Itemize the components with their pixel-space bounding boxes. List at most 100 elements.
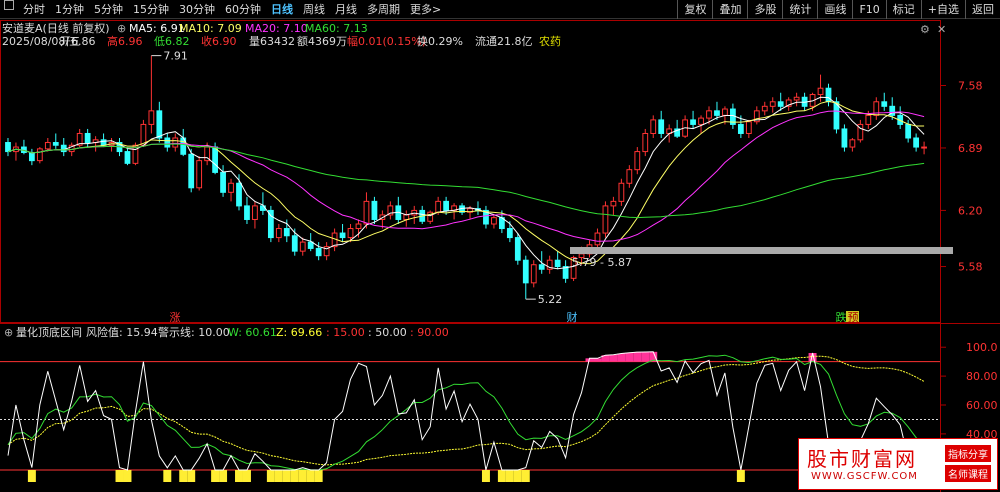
candle-88[interactable] xyxy=(706,110,712,119)
tab-timeframe-7[interactable]: 周线 xyxy=(298,0,330,19)
tab-timeframe-8[interactable]: 月线 xyxy=(330,0,362,19)
candle-39[interactable] xyxy=(315,247,322,257)
candle-7[interactable] xyxy=(60,144,67,153)
toolbar-button-7[interactable]: +自选 xyxy=(920,0,965,19)
candle-82[interactable] xyxy=(658,119,665,134)
indicator-header-5: : 15.00 xyxy=(326,326,365,339)
candle-23[interactable] xyxy=(188,153,195,189)
candle-42[interactable] xyxy=(339,232,346,239)
candle-74[interactable] xyxy=(594,232,601,246)
toolbar-button-6[interactable]: 标记 xyxy=(885,0,921,19)
candle-79[interactable] xyxy=(634,151,641,171)
candle-31[interactable] xyxy=(252,205,258,220)
watermark-logo: 股市财富网 WWW.GSCFW.COM 指标分享 名师课程 xyxy=(798,438,998,490)
candle-114[interactable] xyxy=(913,137,920,148)
candle-76[interactable] xyxy=(610,200,617,207)
candle-78[interactable] xyxy=(626,169,633,184)
candle-19[interactable] xyxy=(156,110,163,139)
candle-106[interactable] xyxy=(849,139,856,148)
candle-45[interactable] xyxy=(363,200,370,225)
candle-61[interactable] xyxy=(491,217,497,225)
candle-34[interactable] xyxy=(275,228,282,239)
candle-20[interactable] xyxy=(164,137,171,148)
candle-103[interactable] xyxy=(825,87,832,103)
tab-timeframe-3[interactable]: 15分钟 xyxy=(128,0,174,19)
tab-timeframe-2[interactable]: 5分钟 xyxy=(89,0,128,19)
tab-timeframe-10[interactable]: 更多> xyxy=(405,0,446,19)
candle-6[interactable] xyxy=(52,142,59,146)
tab-timeframe-0[interactable]: 分时 xyxy=(18,0,50,19)
toolbar-button-8[interactable]: 返回 xyxy=(965,0,1000,19)
candle-44[interactable] xyxy=(355,223,362,230)
candle-36[interactable] xyxy=(291,235,298,252)
candle-21[interactable] xyxy=(172,137,179,148)
candle-67[interactable] xyxy=(538,264,545,270)
candle-4[interactable] xyxy=(36,148,43,162)
candle-3[interactable] xyxy=(28,151,35,162)
candle-64[interactable] xyxy=(514,237,521,261)
tab-timeframe-9[interactable]: 多周期 xyxy=(362,0,405,19)
candle-69[interactable] xyxy=(554,259,561,268)
candle-102[interactable] xyxy=(817,87,824,96)
chart-canvas[interactable]: 安道麦A(日线 前复权) ⊕ MA5: 6.91MA10: 7.09 MA20: 7.… xyxy=(0,0,1000,492)
candle-43[interactable] xyxy=(347,228,354,239)
candle-75[interactable] xyxy=(602,205,609,234)
candle-99[interactable] xyxy=(793,96,800,101)
candle-113[interactable] xyxy=(905,123,912,139)
candle-86[interactable] xyxy=(690,119,696,125)
tab-timeframe-6[interactable]: 日线 xyxy=(266,0,298,19)
candle-18[interactable] xyxy=(148,110,155,125)
candle-87[interactable] xyxy=(698,117,704,125)
candle-37[interactable] xyxy=(299,241,306,252)
candle-90[interactable] xyxy=(722,108,728,116)
candle-55[interactable] xyxy=(443,200,450,211)
tab-timeframe-5[interactable]: 60分钟 xyxy=(220,0,266,19)
candle-28[interactable] xyxy=(228,182,234,193)
toolbar-button-0[interactable]: 复权 xyxy=(677,0,712,19)
candle-29[interactable] xyxy=(236,182,242,207)
candle-12[interactable] xyxy=(100,139,107,146)
candle-89[interactable] xyxy=(714,110,720,116)
candle-0[interactable] xyxy=(5,142,11,153)
candle-46[interactable] xyxy=(371,200,378,220)
risk-bottom-fill-22 xyxy=(179,470,188,482)
candle-26[interactable] xyxy=(212,146,218,173)
candle-92[interactable] xyxy=(737,123,744,134)
candle-63[interactable] xyxy=(506,228,513,239)
candle-15[interactable] xyxy=(124,151,131,164)
candle-10[interactable] xyxy=(84,132,91,144)
candle-24[interactable] xyxy=(196,160,203,189)
candle-54[interactable] xyxy=(435,200,442,213)
toolbar-button-3[interactable]: 统计 xyxy=(782,0,817,19)
toolbar-button-4[interactable]: 画线 xyxy=(817,0,852,19)
candle-27[interactable] xyxy=(220,171,226,193)
candle-5[interactable] xyxy=(44,142,51,150)
toolbar: 分时 1分钟 5分钟 15分钟 30分钟 60分钟 日线 周线 月线 多周期 更多> 复权 叠加 多股统… xyxy=(0,0,1000,19)
candle-115[interactable] xyxy=(921,146,927,149)
lock-icon[interactable] xyxy=(4,0,14,10)
candle-35[interactable] xyxy=(283,228,290,237)
candle-65[interactable] xyxy=(522,259,529,284)
toolbar-button-2[interactable]: 多股 xyxy=(747,0,782,19)
candle-110[interactable] xyxy=(881,101,888,107)
watermark-tag-course: 名师课程 xyxy=(945,465,991,482)
candle-30[interactable] xyxy=(244,205,250,220)
candle-95[interactable] xyxy=(761,105,768,112)
candle-80[interactable] xyxy=(642,132,649,153)
candle-77[interactable] xyxy=(618,182,625,202)
tab-timeframe-4[interactable]: 30分钟 xyxy=(174,0,220,19)
tab-timeframe-1[interactable]: 1分钟 xyxy=(50,0,89,19)
candle-50[interactable] xyxy=(403,214,410,220)
candle-33[interactable] xyxy=(267,209,274,239)
range-band xyxy=(570,247,953,254)
candle-97[interactable] xyxy=(777,101,784,107)
candle-96[interactable] xyxy=(769,101,776,107)
candle-108[interactable] xyxy=(865,114,872,125)
toolbar-button-5[interactable]: F10 xyxy=(852,0,885,19)
candle-93[interactable] xyxy=(745,121,752,134)
candle-105[interactable] xyxy=(841,128,848,148)
candle-81[interactable] xyxy=(650,119,657,134)
toolbar-button-1[interactable]: 叠加 xyxy=(712,0,747,19)
candle-66[interactable] xyxy=(530,264,537,284)
candle-38[interactable] xyxy=(307,241,314,249)
